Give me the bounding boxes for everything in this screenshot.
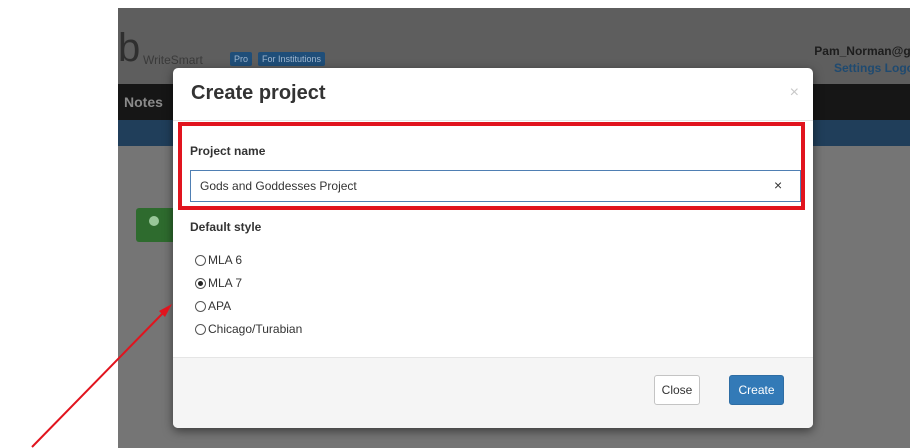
arrow-shaft [31,311,165,448]
annotation-arrow [31,304,172,448]
